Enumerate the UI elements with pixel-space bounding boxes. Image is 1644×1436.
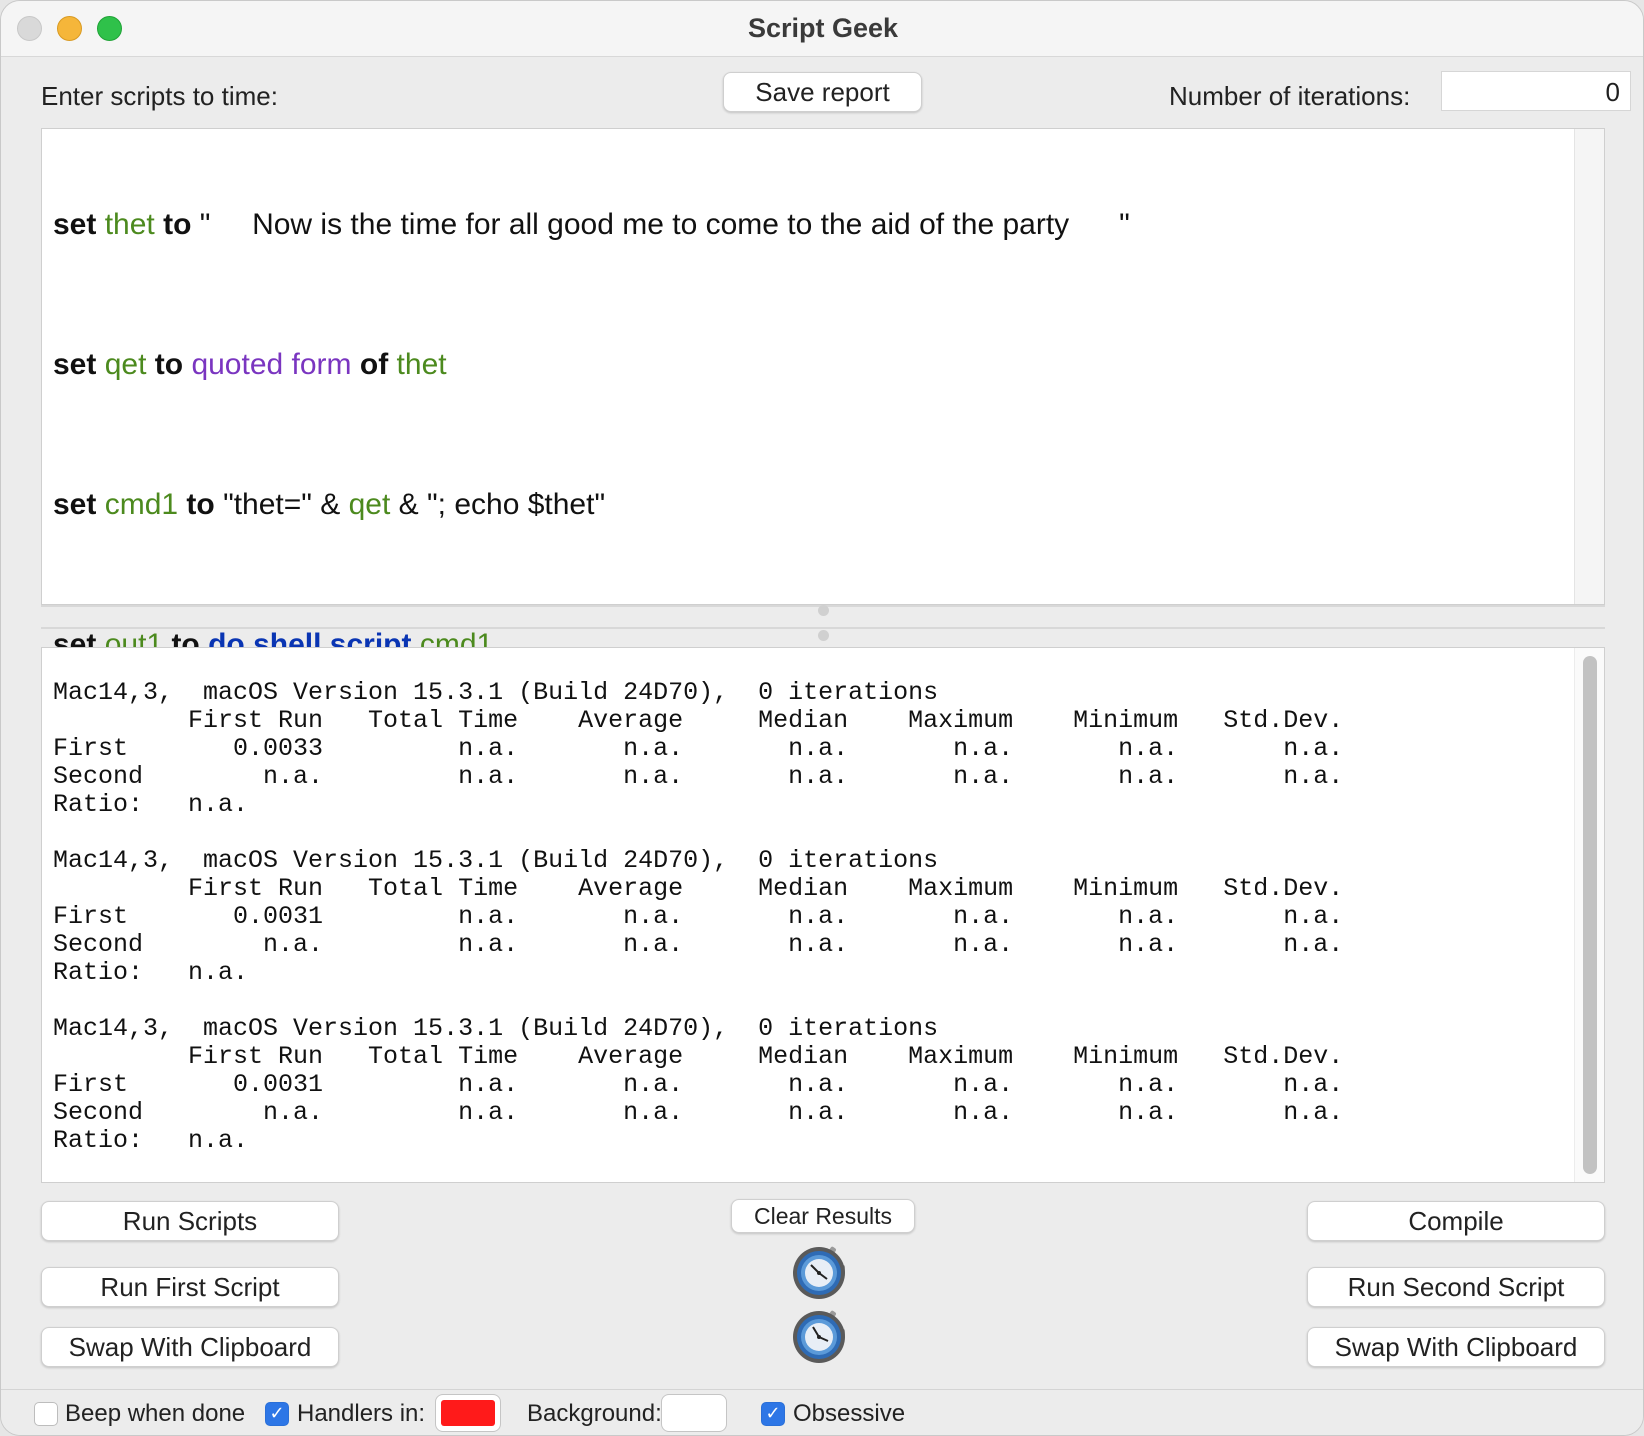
window-title: Script Geek: [747, 13, 899, 43]
stopwatch-icon: [793, 1310, 845, 1363]
background-color-swatch: [667, 1400, 721, 1426]
result-row-first: First 0.0033 n.a. n.a. n.a. n.a. n.a. n.…: [53, 734, 1344, 763]
editor-scrollbar[interactable]: [1574, 129, 1604, 604]
divider-handle[interactable]: [818, 630, 829, 641]
result-row-ratio: Ratio: n.a.: [53, 958, 249, 987]
result-header: Mac14,3, macOS Version 15.3.1 (Build 24D…: [53, 1014, 939, 1043]
handlers-color-swatch: [441, 1400, 495, 1426]
run-first-script-button[interactable]: Run First Script: [41, 1267, 339, 1307]
string-literal: " Now is the time for all good me to com…: [191, 208, 1130, 241]
variable: thet: [104, 208, 155, 241]
stopwatch-icon: [793, 1246, 845, 1299]
iterations-label: Number of iterations:: [1169, 81, 1411, 111]
checkmark-icon: ✓: [269, 1403, 285, 1424]
checkmark-icon: ✓: [765, 1403, 781, 1424]
background-label: Background:: [527, 1400, 662, 1427]
result-columns: First Run Total Time Average Median Maxi…: [53, 874, 1344, 903]
keyword: set: [53, 488, 97, 521]
background-color-well[interactable]: [661, 1394, 727, 1432]
results-scrollbar[interactable]: [1574, 648, 1604, 1182]
swap-clipboard-first-button[interactable]: Swap With Clipboard: [41, 1327, 339, 1367]
obsessive-label: Obsessive: [793, 1400, 906, 1427]
handlers-color-well[interactable]: [435, 1394, 501, 1432]
save-report-button[interactable]: Save report: [723, 72, 922, 112]
variable: qet: [104, 348, 147, 381]
run-second-script-button[interactable]: Run Second Script: [1307, 1267, 1605, 1307]
keyword: to: [163, 208, 192, 241]
iterations-field[interactable]: 0: [1441, 71, 1631, 111]
variable: qet: [348, 488, 391, 521]
string-literal: & "; echo $thet": [390, 488, 606, 521]
result-header: Mac14,3, macOS Version 15.3.1 (Build 24D…: [53, 846, 939, 875]
divider-line: [41, 627, 1605, 629]
code-line-2: set qet to quoted form of thet: [53, 347, 1130, 417]
property: quoted form: [191, 348, 352, 381]
result-columns: First Run Total Time Average Median Maxi…: [53, 706, 1344, 735]
beep-when-done-label: Beep when done: [65, 1400, 246, 1427]
clear-results-button[interactable]: Clear Results: [731, 1199, 915, 1233]
code-line-3: set cmd1 to "thet=" & qet & "; echo $the…: [53, 487, 1130, 557]
obsessive-checkbox[interactable]: ✓: [761, 1402, 785, 1426]
keyword: set: [53, 348, 97, 381]
result-row-ratio: Ratio: n.a.: [53, 1126, 249, 1155]
variable: cmd1: [104, 488, 179, 521]
title-bar: Script Geek: [1, 1, 1643, 57]
handlers-in-checkbox[interactable]: ✓: [265, 1402, 289, 1426]
handlers-in-label: Handlers in:: [297, 1400, 426, 1427]
result-header: Mac14,3, macOS Version 15.3.1 (Build 24D…: [53, 678, 939, 707]
variable: thet: [396, 348, 447, 381]
result-row-second: Second n.a. n.a. n.a. n.a. n.a. n.a. n.a…: [53, 1098, 1344, 1127]
keyword: set: [53, 208, 97, 241]
divider-handle[interactable]: [818, 605, 829, 616]
result-columns: First Run Total Time Average Median Maxi…: [53, 1042, 1344, 1071]
compile-button[interactable]: Compile: [1307, 1201, 1605, 1241]
result-row-first: First 0.0031 n.a. n.a. n.a. n.a. n.a. n.…: [53, 1070, 1344, 1099]
beep-when-done-checkbox[interactable]: [34, 1402, 58, 1426]
swap-clipboard-second-button[interactable]: Swap With Clipboard: [1307, 1327, 1605, 1367]
result-row-ratio: Ratio: n.a.: [53, 790, 249, 819]
enter-scripts-label: Enter scripts to time:: [41, 81, 278, 111]
result-row-second: Second n.a. n.a. n.a. n.a. n.a. n.a. n.a…: [53, 930, 1344, 959]
results-scroll-thumb[interactable]: [1583, 656, 1597, 1174]
result-row-second: Second n.a. n.a. n.a. n.a. n.a. n.a. n.a…: [53, 762, 1344, 791]
keyword: to: [186, 488, 215, 521]
string-literal: "thet=" &: [214, 488, 349, 521]
run-scripts-button[interactable]: Run Scripts: [41, 1201, 339, 1241]
script-editor[interactable]: set thet to " Now is the time for all go…: [41, 128, 1605, 661]
result-row-first: First 0.0031 n.a. n.a. n.a. n.a. n.a. n.…: [53, 902, 1344, 931]
app-window: Script Geek Enter scripts to time: Save …: [0, 0, 1644, 1436]
results-panel[interactable]: Mac14,3, macOS Version 15.3.1 (Build 24D…: [41, 647, 1605, 1183]
keyword: to: [154, 348, 184, 381]
keyword: of: [359, 348, 389, 381]
code-line-1: set thet to " Now is the time for all go…: [53, 207, 1130, 277]
split-view-divider[interactable]: [41, 605, 1605, 641]
